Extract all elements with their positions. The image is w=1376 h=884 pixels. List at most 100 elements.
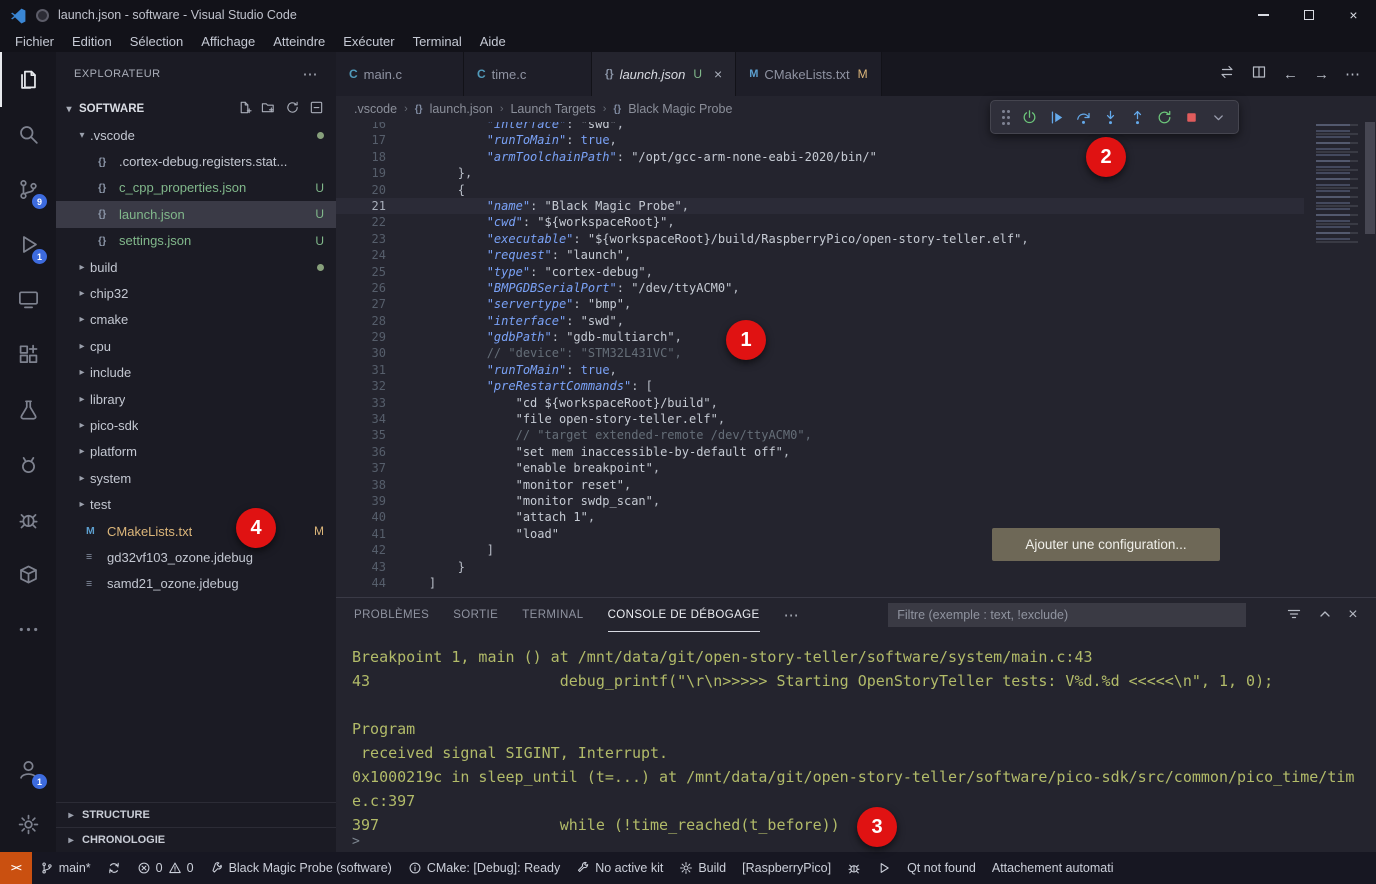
activity-debug-adapter[interactable] <box>0 492 56 547</box>
activity-more-views[interactable] <box>0 602 56 657</box>
step-over-button[interactable] <box>1070 104 1096 130</box>
tree-item-launch-json[interactable]: {}launch.jsonU <box>56 201 336 227</box>
explorer-more-icon[interactable]: ⋯ <box>303 65 319 83</box>
step-out-button[interactable] <box>1124 104 1150 130</box>
tree-item-chip32[interactable]: ▸chip32 <box>56 280 336 306</box>
status-cmake-kit[interactable]: No active kit <box>568 852 671 884</box>
tab-time-c[interactable]: Ctime.c <box>464 52 592 96</box>
editor-scrollbar[interactable] <box>1363 122 1376 597</box>
activity-run-and-debug[interactable]: 1 <box>0 217 56 272</box>
continue-button[interactable] <box>1043 104 1069 130</box>
more-actions-icon[interactable]: ⋯ <box>1345 65 1360 83</box>
debug-console-filter-input[interactable] <box>888 603 1246 627</box>
panel-tab-console-de-debogage[interactable]: CONSOLE DE DÉBOGAGE <box>608 598 760 632</box>
power-button[interactable] <box>1016 104 1042 130</box>
tree-item-samd21-ozone-jdebug[interactable]: ≡samd21_ozone.jdebug <box>56 571 336 597</box>
tree-item-vscode[interactable]: ▾.vscode <box>56 122 336 148</box>
tree-item-cortex-debug-registers-stat[interactable]: {}.cortex-debug.registers.stat... <box>56 148 336 174</box>
breadcrumb-item-black-magic-probe[interactable]: Black Magic Probe <box>628 102 732 116</box>
section-structure[interactable]: ▸ STRUCTURE <box>56 802 336 827</box>
activity-explorer[interactable] <box>0 52 56 107</box>
filter-lines-icon[interactable] <box>1286 606 1302 625</box>
maximize-panel-icon[interactable] <box>1317 606 1333 625</box>
close-button[interactable]: × <box>1331 0 1376 30</box>
close-panel-icon[interactable]: × <box>1348 606 1358 624</box>
refresh-icon[interactable] <box>285 100 300 118</box>
stop-button[interactable] <box>1178 104 1204 130</box>
collapse-all-icon[interactable] <box>309 100 324 118</box>
close-icon[interactable]: × <box>714 66 722 82</box>
panel-tab-sortie[interactable]: SORTIE <box>453 598 498 632</box>
panel-tab-problemes[interactable]: PROBLÈMES <box>354 598 429 632</box>
status-cmake-run[interactable] <box>869 852 899 884</box>
code-editor[interactable]: 16 "interface": "swd",17 "runToMain": tr… <box>336 122 1376 597</box>
activity-packages[interactable] <box>0 547 56 602</box>
status-cmake-debug[interactable] <box>839 852 869 884</box>
restart-button[interactable] <box>1151 104 1177 130</box>
tab-main-c[interactable]: Cmain.c <box>336 52 464 96</box>
new-file-icon[interactable] <box>237 100 252 118</box>
activity-source-control[interactable]: 9 <box>0 162 56 217</box>
tree-item-include[interactable]: ▸include <box>56 360 336 386</box>
menu-edition[interactable]: Edition <box>63 32 121 51</box>
more-debug-actions-button[interactable] <box>1205 104 1231 130</box>
tree-item-settings-json[interactable]: {}settings.jsonU <box>56 228 336 254</box>
status-debug-launch-target[interactable]: Black Magic Probe (software) <box>202 852 400 884</box>
tab-cmakelists-txt[interactable]: MCMakeLists.txtM <box>736 52 881 96</box>
activity-extensions[interactable] <box>0 327 56 382</box>
tree-item-library[interactable]: ▸library <box>56 386 336 412</box>
status-sync[interactable] <box>99 852 129 884</box>
status-cmake-launch-target[interactable]: [RaspberryPico] <box>734 852 839 884</box>
add-configuration-button[interactable]: Ajouter une configuration... <box>992 528 1220 561</box>
menu-selection[interactable]: Sélection <box>121 32 192 51</box>
activity-search[interactable] <box>0 107 56 162</box>
breadcrumb-item-launch-targets[interactable]: Launch Targets <box>510 102 595 116</box>
activity-settings[interactable] <box>0 797 56 852</box>
minimize-button[interactable] <box>1241 0 1286 30</box>
activity-accounts[interactable]: 1 <box>0 742 56 797</box>
menu-aide[interactable]: Aide <box>471 32 515 51</box>
tree-item-gd32vf103-ozone-jdebug[interactable]: ≡gd32vf103_ozone.jdebug <box>56 544 336 570</box>
status-cmake-build[interactable]: Build <box>671 852 734 884</box>
tree-item-build[interactable]: ▸build <box>56 254 336 280</box>
tree-item-system[interactable]: ▸system <box>56 465 336 491</box>
new-folder-icon[interactable] <box>261 100 276 118</box>
menu-executer[interactable]: Exécuter <box>334 32 403 51</box>
open-changes-icon[interactable] <box>1219 64 1235 84</box>
menu-atteindre[interactable]: Atteindre <box>264 32 334 51</box>
tree-item-platform[interactable]: ▸platform <box>56 439 336 465</box>
status-problems[interactable]: 00 <box>129 852 202 884</box>
tree-item-cmake[interactable]: ▸cmake <box>56 307 336 333</box>
activity-platformio[interactable] <box>0 437 56 492</box>
section-chronologie[interactable]: ▸ CHRONOLOGIE <box>56 827 336 852</box>
navigate-forward-icon[interactable]: → <box>1314 66 1329 83</box>
tree-item-test[interactable]: ▸test <box>56 491 336 517</box>
debug-console-prompt[interactable]: > <box>352 834 360 849</box>
tree-item-cpu[interactable]: ▸cpu <box>56 333 336 359</box>
maximize-button[interactable] <box>1286 0 1331 30</box>
tree-item-pico-sdk[interactable]: ▸pico-sdk <box>56 412 336 438</box>
tab-launch-json[interactable]: {}launch.jsonU× <box>592 52 736 96</box>
scrollbar-thumb[interactable] <box>1365 122 1375 234</box>
explorer-section-header[interactable]: ▾ SOFTWARE <box>56 96 336 122</box>
tree-item-c-cpp-properties-json[interactable]: {}c_cpp_properties.jsonU <box>56 175 336 201</box>
status-git-branch[interactable]: main* <box>32 852 99 884</box>
breadcrumb-item-launch-json[interactable]: launch.json <box>430 102 493 116</box>
split-editor-icon[interactable] <box>1251 64 1267 84</box>
status-auto-attach[interactable]: Attachement automati <box>984 852 1122 884</box>
menu-affichage[interactable]: Affichage <box>192 32 264 51</box>
step-into-button[interactable] <box>1097 104 1123 130</box>
status-remote-indicator[interactable]: >< <box>0 852 32 884</box>
navigate-back-icon[interactable]: ← <box>1283 66 1298 83</box>
panel-more-icon[interactable]: ⋯ <box>784 606 799 624</box>
tree-item-cmakelists-txt[interactable]: MCMakeLists.txtM <box>56 518 336 544</box>
menu-terminal[interactable]: Terminal <box>404 32 471 51</box>
activity-remote-explorer[interactable] <box>0 272 56 327</box>
activity-testing[interactable] <box>0 382 56 437</box>
status-qt-status[interactable]: Qt not found <box>899 852 984 884</box>
panel-tab-terminal[interactable]: TERMINAL <box>522 598 583 632</box>
menu-fichier[interactable]: Fichier <box>6 32 63 51</box>
status-cmake-status[interactable]: CMake: [Debug]: Ready <box>400 852 568 884</box>
drag-handle-icon[interactable] <box>1002 116 1005 119</box>
minimap[interactable] <box>1316 124 1362 596</box>
